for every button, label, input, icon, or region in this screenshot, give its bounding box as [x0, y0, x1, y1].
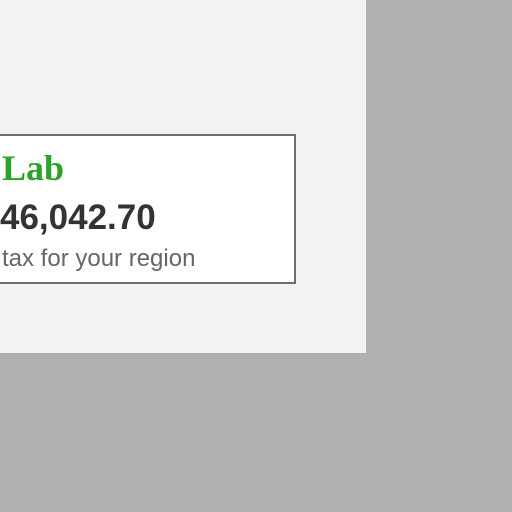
page-panel: Lab 46,042.70 tax for your region [0, 0, 366, 353]
tax-note: tax for your region [2, 245, 196, 272]
price-amount: 46,042.70 [0, 198, 156, 237]
price-card: Lab 46,042.70 tax for your region [0, 134, 296, 284]
brand-name: Lab [2, 148, 65, 188]
